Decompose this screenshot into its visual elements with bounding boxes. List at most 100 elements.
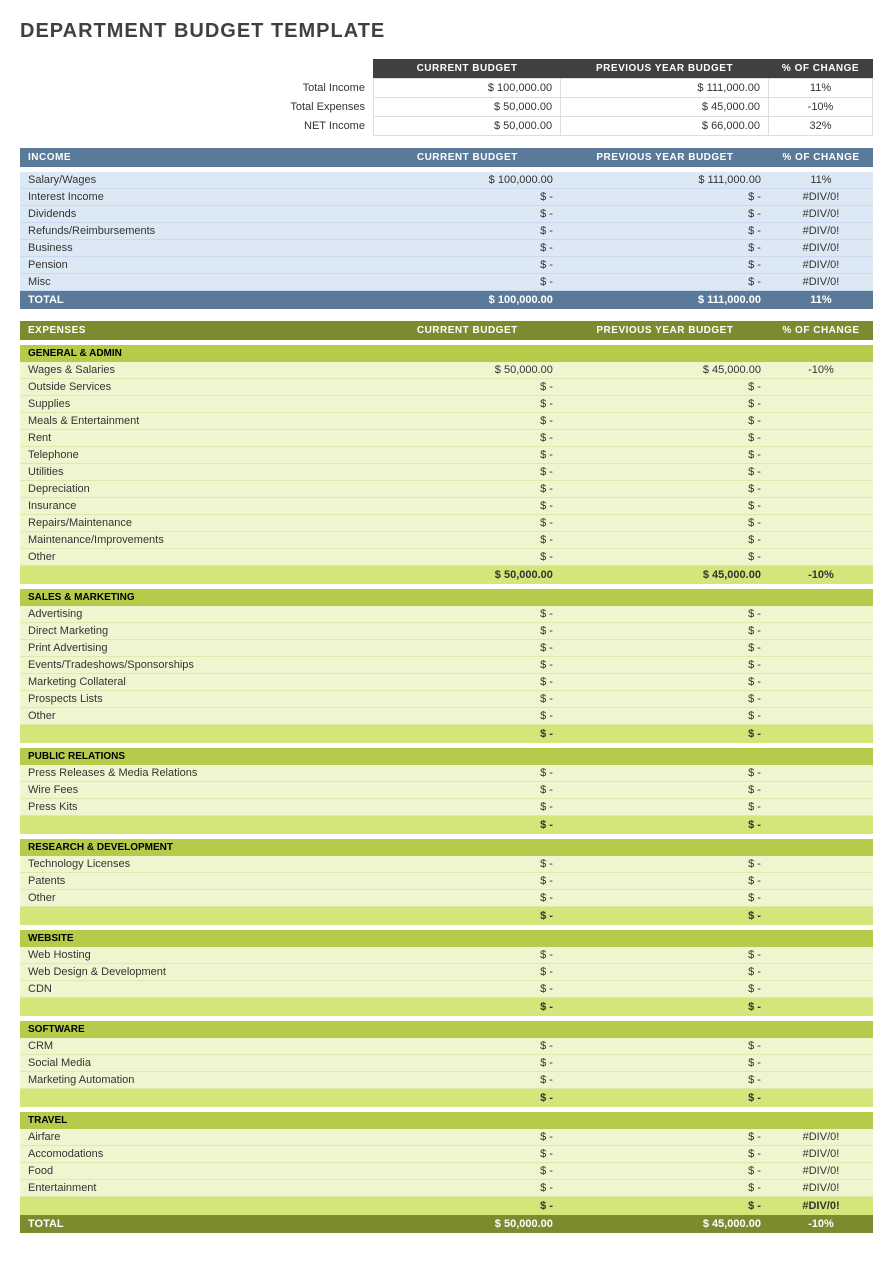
expenses-row-current: $ - (374, 708, 561, 725)
expenses-row-change (769, 708, 873, 725)
expenses-row-previous: $ - (561, 1038, 769, 1055)
expenses-row: Web Design & Development $ - $ - (20, 964, 873, 981)
expenses-row-current: $ - (374, 447, 561, 464)
expenses-row-current: $ - (374, 532, 561, 549)
expenses-row-change (769, 856, 873, 873)
expenses-subtotal-change (769, 725, 873, 744)
expenses-subtotal-label (20, 907, 374, 926)
expenses-row-label: Other (20, 549, 374, 566)
expenses-row: Press Releases & Media Relations $ - $ - (20, 765, 873, 782)
summary-col-current: CURRENT BUDGET (373, 59, 560, 79)
expenses-row-previous: $ - (561, 379, 769, 396)
expenses-subtotal-row: $ - $ - (20, 725, 873, 744)
expenses-subtotal-row: $ - $ - #DIV/0! (20, 1197, 873, 1216)
expenses-row-current: $ - (374, 464, 561, 481)
expenses-row-change (769, 765, 873, 782)
expenses-subtotal-change (769, 907, 873, 926)
summary-row-current: $ 100,000.00 (373, 79, 560, 98)
expenses-row-previous: $ - (561, 430, 769, 447)
income-row-previous: $ 111,000.00 (561, 172, 769, 189)
income-row-previous: $ - (561, 274, 769, 291)
expenses-subtotal-row: $ - $ - (20, 1089, 873, 1108)
expenses-row-current: $ - (374, 765, 561, 782)
expenses-category-name: PUBLIC RELATIONS (20, 748, 873, 765)
page-title: DEPARTMENT BUDGET TEMPLATE (20, 20, 873, 43)
expenses-row: Telephone $ - $ - (20, 447, 873, 464)
expenses-row-label: Web Design & Development (20, 964, 374, 981)
expenses-row-current: $ - (374, 1055, 561, 1072)
expenses-category-header: WEBSITE (20, 930, 873, 947)
income-row-change: 11% (769, 172, 873, 189)
expenses-row-label: Press Kits (20, 799, 374, 816)
expenses-row-label: Advertising (20, 606, 374, 623)
expenses-row-label: Rent (20, 430, 374, 447)
expenses-row-change (769, 640, 873, 657)
expenses-row-previous: $ - (561, 1129, 769, 1146)
income-row-label: Business (20, 240, 374, 257)
expenses-row-change (769, 947, 873, 964)
expenses-subtotal-change (769, 998, 873, 1017)
expenses-row-change (769, 413, 873, 430)
expenses-row-label: Maintenance/Improvements (20, 532, 374, 549)
income-row-change: #DIV/0! (769, 257, 873, 274)
expenses-row-previous: $ - (561, 413, 769, 430)
expenses-category-name: WEBSITE (20, 930, 873, 947)
expenses-label: EXPENSES (20, 321, 374, 340)
expenses-row-label: Utilities (20, 464, 374, 481)
expenses-row-previous: $ - (561, 515, 769, 532)
income-row-current: $ - (374, 189, 561, 206)
expenses-row-change (769, 799, 873, 816)
expenses-category-header: TRAVEL (20, 1112, 873, 1129)
expenses-category-header: RESEARCH & DEVELOPMENT (20, 839, 873, 856)
expenses-row: Print Advertising $ - $ - (20, 640, 873, 657)
expenses-row-change (769, 379, 873, 396)
expenses-subtotal-change (769, 1089, 873, 1108)
expenses-row: Wages & Salaries $ 50,000.00 $ 45,000.00… (20, 362, 873, 379)
income-row-current: $ - (374, 223, 561, 240)
expenses-row-previous: $ - (561, 1146, 769, 1163)
expenses-row-previous: $ - (561, 447, 769, 464)
expenses-row-current: $ - (374, 873, 561, 890)
expenses-row-change (769, 447, 873, 464)
expenses-row-change (769, 657, 873, 674)
expenses-category-name: GENERAL & ADMIN (20, 345, 873, 362)
expenses-row-change: #DIV/0! (769, 1163, 873, 1180)
summary-row-previous: $ 45,000.00 (561, 98, 769, 117)
expenses-row-change: #DIV/0! (769, 1146, 873, 1163)
expenses-row-label: Outside Services (20, 379, 374, 396)
expenses-row-label: Telephone (20, 447, 374, 464)
expenses-subtotal-change (769, 816, 873, 835)
expenses-subtotal-row: $ 50,000.00 $ 45,000.00 -10% (20, 566, 873, 585)
expenses-row-change (769, 782, 873, 799)
expenses-row-current: $ - (374, 782, 561, 799)
expenses-row: Food $ - $ - #DIV/0! (20, 1163, 873, 1180)
expenses-row: CDN $ - $ - (20, 981, 873, 998)
expenses-row-previous: $ - (561, 799, 769, 816)
income-section-header: INCOME CURRENT BUDGET PREVIOUS YEAR BUDG… (20, 148, 873, 167)
expenses-row-label: Patents (20, 873, 374, 890)
expenses-row: Entertainment $ - $ - #DIV/0! (20, 1180, 873, 1197)
expenses-row-change (769, 481, 873, 498)
expenses-row-change (769, 430, 873, 447)
income-row-label: Dividends (20, 206, 374, 223)
expenses-row-previous: $ - (561, 873, 769, 890)
expenses-row-change (769, 549, 873, 566)
expenses-row: Marketing Collateral $ - $ - (20, 674, 873, 691)
expenses-row-label: Airfare (20, 1129, 374, 1146)
summary-row-previous: $ 111,000.00 (561, 79, 769, 98)
expenses-category-name: TRAVEL (20, 1112, 873, 1129)
expenses-row-label: Marketing Collateral (20, 674, 374, 691)
expenses-row-label: Wire Fees (20, 782, 374, 799)
expenses-row-label: CRM (20, 1038, 374, 1055)
expenses-row-previous: $ - (561, 498, 769, 515)
income-col-current: CURRENT BUDGET (374, 148, 561, 167)
expenses-row-change (769, 890, 873, 907)
expenses-row: Maintenance/Improvements $ - $ - (20, 532, 873, 549)
expenses-subtotal-row: $ - $ - (20, 907, 873, 926)
expenses-subtotal-current: $ - (374, 998, 561, 1017)
expenses-col-current: CURRENT BUDGET (374, 321, 561, 340)
income-row: Business $ - $ - #DIV/0! (20, 240, 873, 257)
summary-row-current: $ 50,000.00 (373, 117, 560, 136)
income-row-label: Interest Income (20, 189, 374, 206)
expenses-row-current: $ - (374, 856, 561, 873)
